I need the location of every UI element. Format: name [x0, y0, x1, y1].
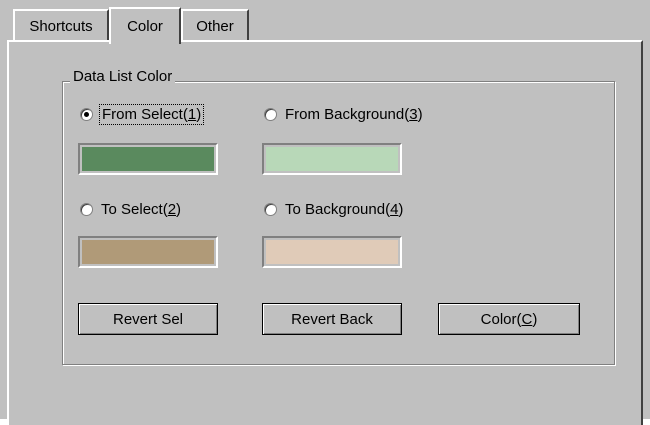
radio-to-select[interactable]: To Select(2) [80, 201, 181, 218]
radio-from-select[interactable]: From Select(1) [80, 104, 205, 125]
group-title: Data List Color [70, 68, 176, 85]
from-select-color-fill [82, 147, 214, 171]
from-background-color-fill [266, 147, 398, 171]
revert-sel-label: Revert Sel [112, 310, 184, 328]
radio-circle-to-select [80, 203, 93, 216]
radio-selected-dot [84, 112, 89, 117]
radio-label-to-background: To Background(4) [285, 201, 404, 218]
from-select-color-swatch[interactable] [78, 143, 218, 175]
radio-label-from-select: From Select(1) [98, 104, 205, 125]
tab-other-label: Other [196, 17, 234, 35]
to-background-color-swatch[interactable] [262, 236, 402, 268]
tab-color[interactable]: Color [109, 7, 181, 44]
tab-color-label: Color [127, 18, 163, 35]
tab-shortcuts[interactable]: Shortcuts [13, 9, 109, 41]
revert-sel-button[interactable]: Revert Sel [78, 303, 218, 335]
color-button-label: Color(C) [480, 310, 538, 328]
revert-back-button[interactable]: Revert Back [262, 303, 402, 335]
to-select-color-swatch[interactable] [78, 236, 218, 268]
tab-other[interactable]: Other [181, 9, 249, 41]
to-background-color-fill [266, 240, 398, 264]
radio-label-from-background: From Background(3) [285, 106, 423, 123]
from-background-color-swatch[interactable] [262, 143, 402, 175]
radio-label-to-select: To Select(2) [101, 201, 182, 218]
revert-back-label: Revert Back [291, 310, 373, 328]
radio-circle-from-background [264, 108, 277, 121]
color-button[interactable]: Color(C) [438, 303, 580, 335]
radio-from-background[interactable]: From Background(3) [264, 106, 423, 123]
radio-to-background[interactable]: To Background(4) [264, 201, 403, 218]
radio-circle-to-background [264, 203, 277, 216]
radio-circle-from-select [80, 108, 93, 121]
dialog-root: Shortcuts Color Other Data List Color Fr… [0, 0, 650, 425]
tab-shortcuts-label: Shortcuts [29, 17, 93, 35]
to-select-color-fill [82, 240, 214, 264]
